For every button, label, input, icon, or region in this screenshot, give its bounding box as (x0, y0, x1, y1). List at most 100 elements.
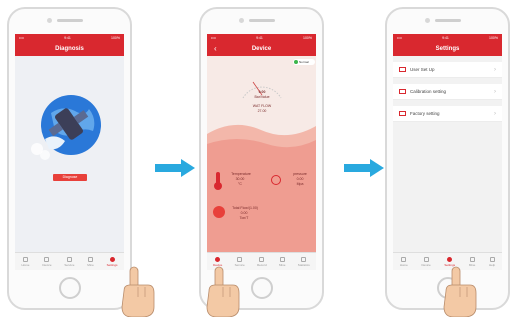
pointing-hand-icon (443, 266, 477, 317)
phone-diagnosis: •••• 9:41 100% Diagnosis Diagnose Home D… (7, 7, 132, 310)
earpiece (248, 19, 275, 22)
total-flow-label: Total Flow/(1.00) (232, 206, 258, 210)
device-icon (423, 256, 429, 262)
calibration-icon (399, 89, 406, 94)
tab-statistics[interactable]: Statistics (298, 256, 310, 267)
pointing-hand-icon (206, 266, 240, 317)
menu-item-user-set-up[interactable]: User Set Up › (393, 62, 502, 78)
service-icon (66, 256, 72, 262)
pressure-gauge-icon (271, 175, 281, 185)
pressure-unit: Mpa (296, 182, 304, 186)
status-bar: •••• 9:41 100% (15, 34, 124, 42)
home-button[interactable] (250, 277, 273, 299)
home-button[interactable] (58, 277, 81, 299)
total-flow-unit: Ton/T (239, 216, 249, 220)
total-flow-icon (213, 206, 225, 218)
tab-device[interactable]: Device (421, 256, 431, 267)
tab-device[interactable]: Device (42, 256, 52, 267)
status-time: 9:41 (256, 36, 263, 40)
tab-label: Settings (106, 262, 118, 267)
menu-item-factory[interactable]: Factory setting › (393, 106, 502, 122)
camera-dot (239, 18, 244, 23)
arrow-right-icon (155, 159, 195, 177)
tab-settings[interactable]: Settings (106, 256, 118, 267)
screen-device: •••• 9:41 100% ‹ Device Normal 0.00 Bar/… (207, 34, 316, 270)
settings-icon (447, 256, 453, 262)
settings-icon (109, 256, 115, 262)
tab-home[interactable]: Home (399, 256, 408, 267)
gauge-unit: Bar/Value (254, 95, 270, 99)
user-setup-icon (399, 67, 406, 72)
gauge-value: 0.00 (258, 90, 266, 94)
home-icon (22, 256, 28, 262)
tab-label: Service (64, 262, 75, 267)
tab-label: Record (256, 262, 267, 267)
status-signal: •••• (19, 36, 24, 40)
tab-mine[interactable]: Mine (87, 256, 94, 267)
tab-label: Device (421, 262, 431, 267)
camera-dot (425, 18, 430, 23)
chevron-right-icon: › (494, 66, 496, 73)
total-flow-value: 0.00 (240, 211, 248, 215)
back-arrow-icon[interactable]: ‹ (214, 44, 217, 53)
status-signal: •••• (211, 36, 216, 40)
tab-home[interactable]: Home (21, 256, 29, 267)
mine-icon (469, 256, 475, 262)
page-title: Settings (435, 46, 460, 52)
temperature-label: Temperature (231, 172, 251, 176)
earpiece (56, 19, 83, 22)
diagnosis-globe-illustration (31, 95, 101, 160)
flow-value: 27.00 (257, 109, 267, 113)
tab-record[interactable]: Record (256, 256, 267, 267)
tab-help[interactable]: Help (489, 256, 496, 267)
mine-icon (279, 256, 285, 262)
statistics-icon (301, 256, 307, 262)
screen-diagnosis: •••• 9:41 100% Diagnosis Diagnose Home D… (15, 34, 124, 270)
pressure-value: 0.00 (296, 177, 304, 181)
chevron-right-icon: › (494, 88, 496, 95)
home-icon (401, 256, 407, 262)
wave-background (207, 124, 316, 270)
earpiece (434, 19, 461, 22)
camera-dot (47, 18, 52, 23)
tab-label: Device (42, 262, 52, 267)
temperature-unit: °C (238, 182, 242, 186)
status-signal: •••• (397, 36, 402, 40)
device-icon (44, 256, 50, 262)
tab-bar: Home Device Service Mine Settings (15, 252, 124, 270)
arrow-right-icon (344, 159, 384, 177)
tab-label: Help (489, 262, 496, 267)
status-bar: •••• 9:41 100% (393, 34, 502, 42)
diagnose-button[interactable]: Diagnose (53, 174, 87, 181)
thermometer-icon (214, 172, 222, 190)
menu-item-calibration[interactable]: Calibration setting › (393, 84, 502, 100)
menu-item-label: Factory setting (410, 111, 440, 116)
screen-settings: •••• 9:41 100% Settings User Set Up › Ca… (393, 34, 502, 270)
device-icon (215, 256, 221, 262)
help-icon (489, 256, 495, 262)
pressure-label: pressure (293, 172, 307, 176)
status-time: 9:41 (64, 36, 71, 40)
temperature-value: 30.00 (235, 177, 245, 181)
factory-icon (399, 111, 406, 116)
mine-icon (88, 256, 94, 262)
tab-label: Mine (278, 262, 286, 267)
title-bar: ‹ Device (207, 42, 316, 56)
status-battery: 100% (489, 36, 498, 40)
menu-item-label: Calibration setting (410, 89, 447, 94)
status-bar: •••• 9:41 100% (207, 34, 316, 42)
pointing-hand-icon (121, 266, 155, 317)
chevron-right-icon: › (494, 110, 496, 117)
tab-mine[interactable]: Mine (278, 256, 286, 267)
title-bar: Settings (393, 42, 502, 56)
status-battery: 100% (303, 36, 312, 40)
tab-service[interactable]: Service (64, 256, 75, 267)
tab-label: Mine (87, 262, 94, 267)
tab-label: Home (399, 262, 408, 267)
status-battery: 100% (111, 36, 120, 40)
page-title: Device (251, 46, 272, 52)
flow-label: WAT FLOW (252, 104, 272, 108)
status-time: 9:41 (442, 36, 449, 40)
page-title: Diagnosis (55, 46, 84, 52)
record-icon (259, 256, 265, 262)
